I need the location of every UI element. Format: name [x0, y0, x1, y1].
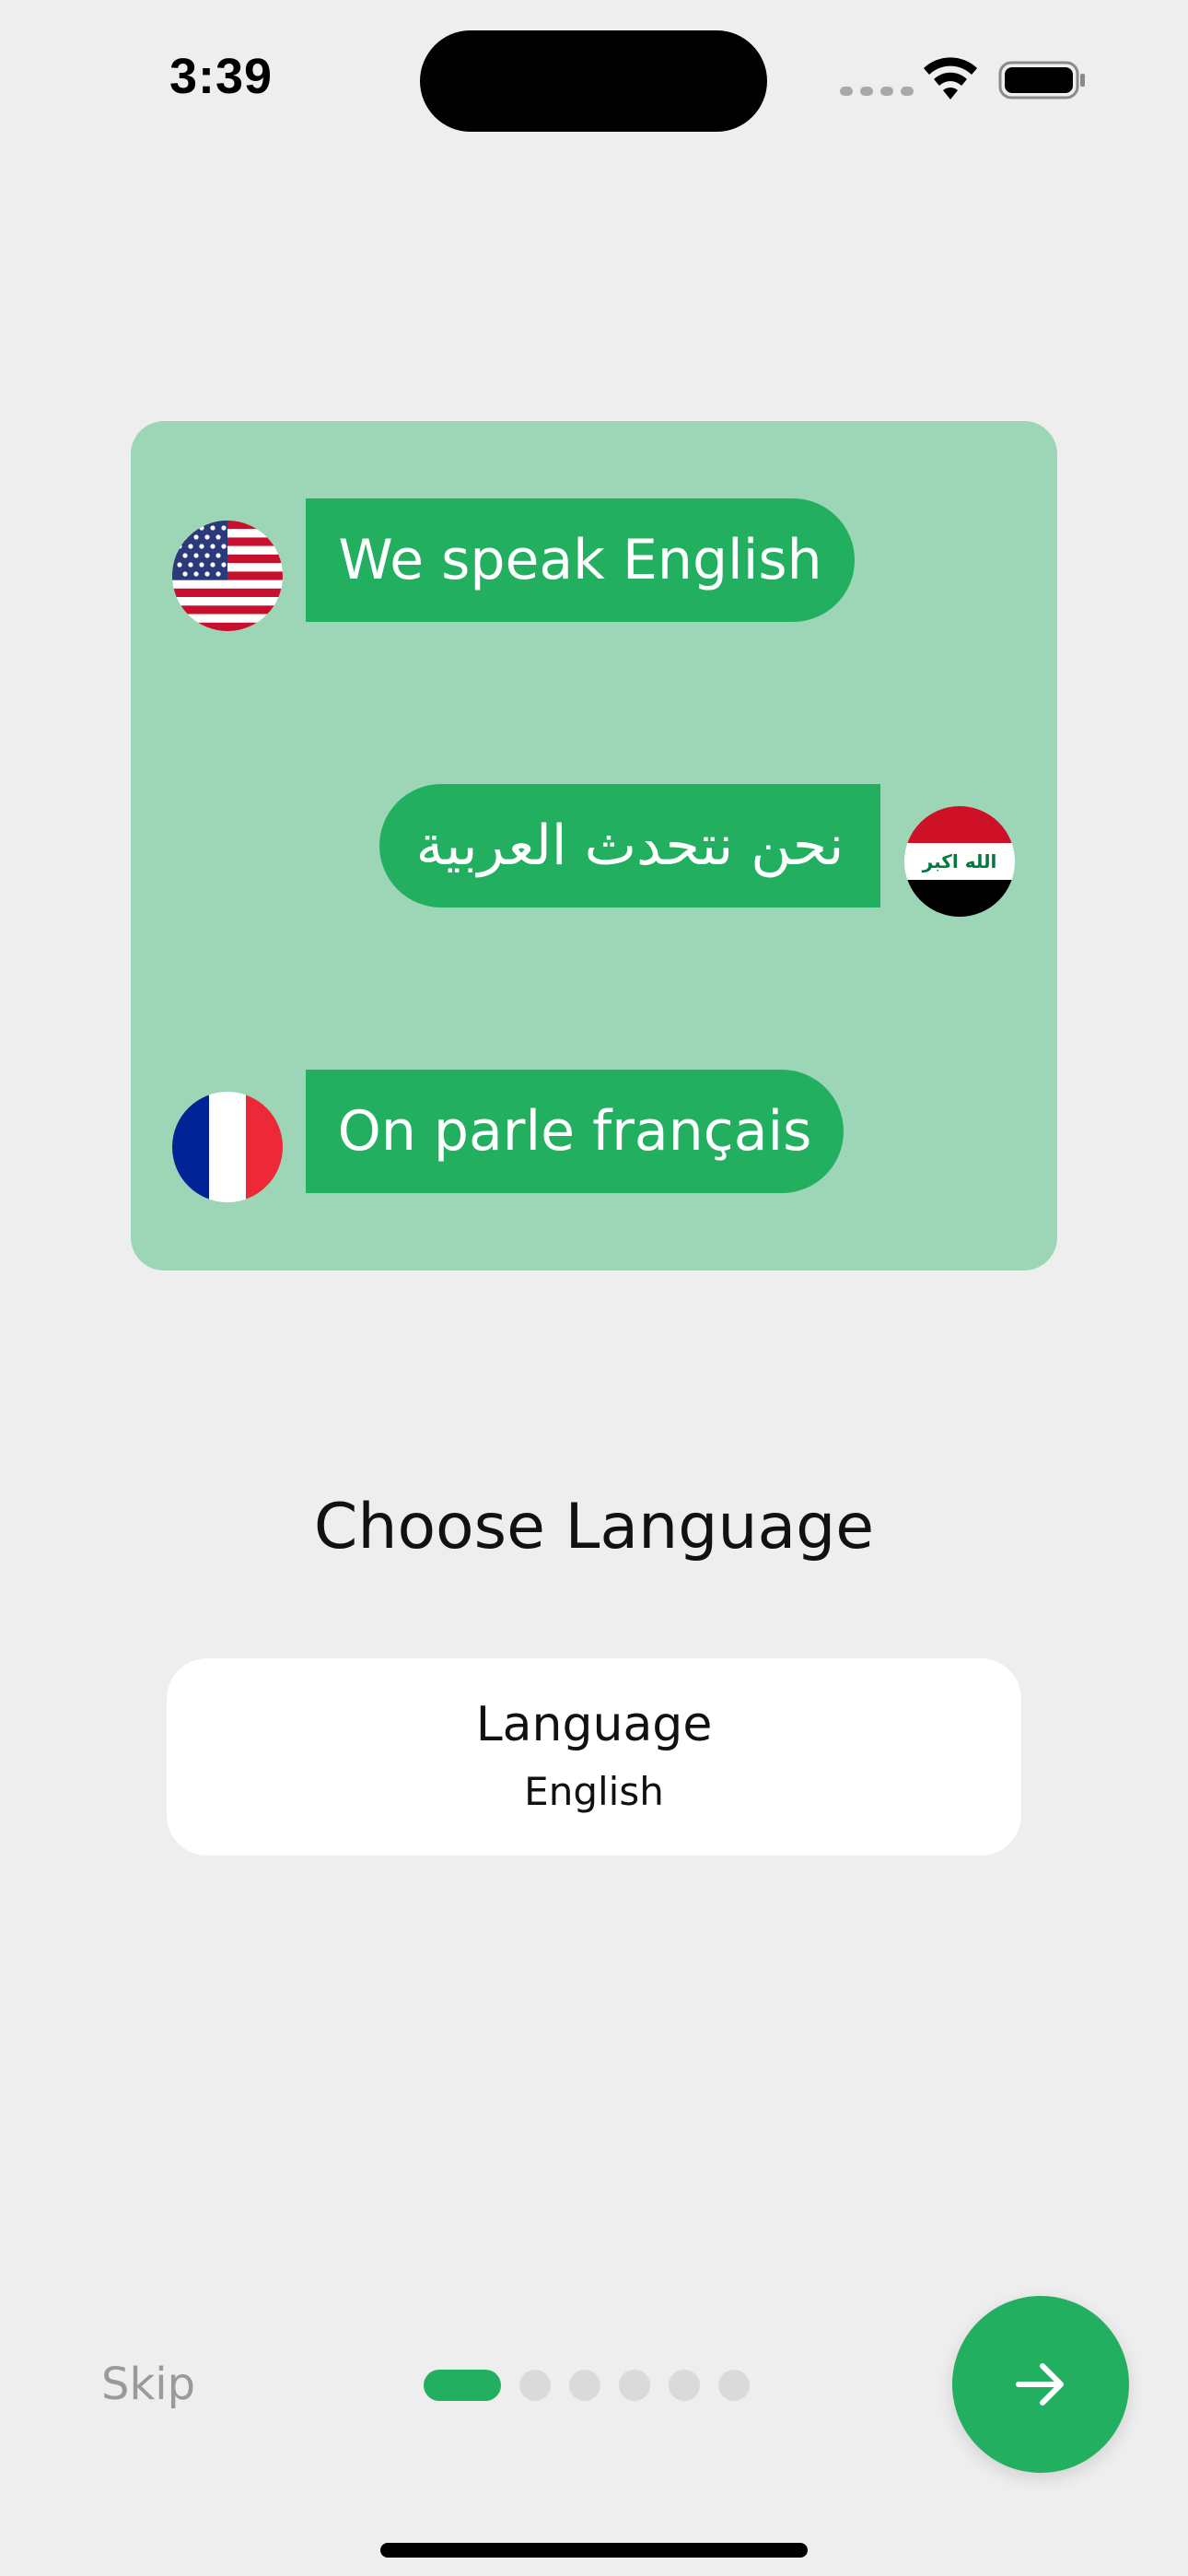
page-dot — [519, 2370, 551, 2401]
skip-button[interactable]: Skip — [101, 2359, 195, 2410]
message-bubble-arabic: نحن نتحدث العربية — [379, 784, 880, 907]
message-bubble-french: On parle français — [306, 1070, 844, 1193]
battery-icon — [998, 61, 1085, 100]
iraq-flag-takbir: الله اكبر — [922, 850, 997, 872]
page-dot — [718, 2370, 750, 2401]
page-dot-active — [424, 2370, 501, 2401]
iraq-flag-icon: الله اكبر — [904, 806, 1015, 917]
onboarding-screen: 3:39 We speak English نحن نتحدث العربية … — [0, 0, 1188, 2576]
dynamic-island — [420, 30, 767, 132]
page-dot — [669, 2370, 700, 2401]
wifi-icon — [924, 57, 977, 100]
arrow-right-icon — [1016, 2363, 1064, 2406]
language-illustration-card: We speak English نحن نتحدث العربية الله … — [131, 421, 1057, 1270]
page-title: Choose Language — [313, 1491, 875, 1563]
next-button[interactable] — [952, 2296, 1129, 2473]
page-indicator — [424, 2370, 750, 2401]
france-flag-icon — [172, 1092, 283, 1202]
language-selector-value: English — [524, 1769, 664, 1814]
status-time: 3:39 — [169, 49, 274, 104]
language-selector[interactable]: Language English — [167, 1658, 1021, 1856]
home-indicator — [380, 2543, 808, 2558]
language-selector-label: Language — [475, 1697, 713, 1752]
page-dot — [619, 2370, 650, 2401]
page-dot — [569, 2370, 600, 2401]
us-flag-icon — [172, 521, 283, 631]
cellular-signal-icon — [840, 87, 914, 96]
message-bubble-english: We speak English — [306, 498, 855, 622]
